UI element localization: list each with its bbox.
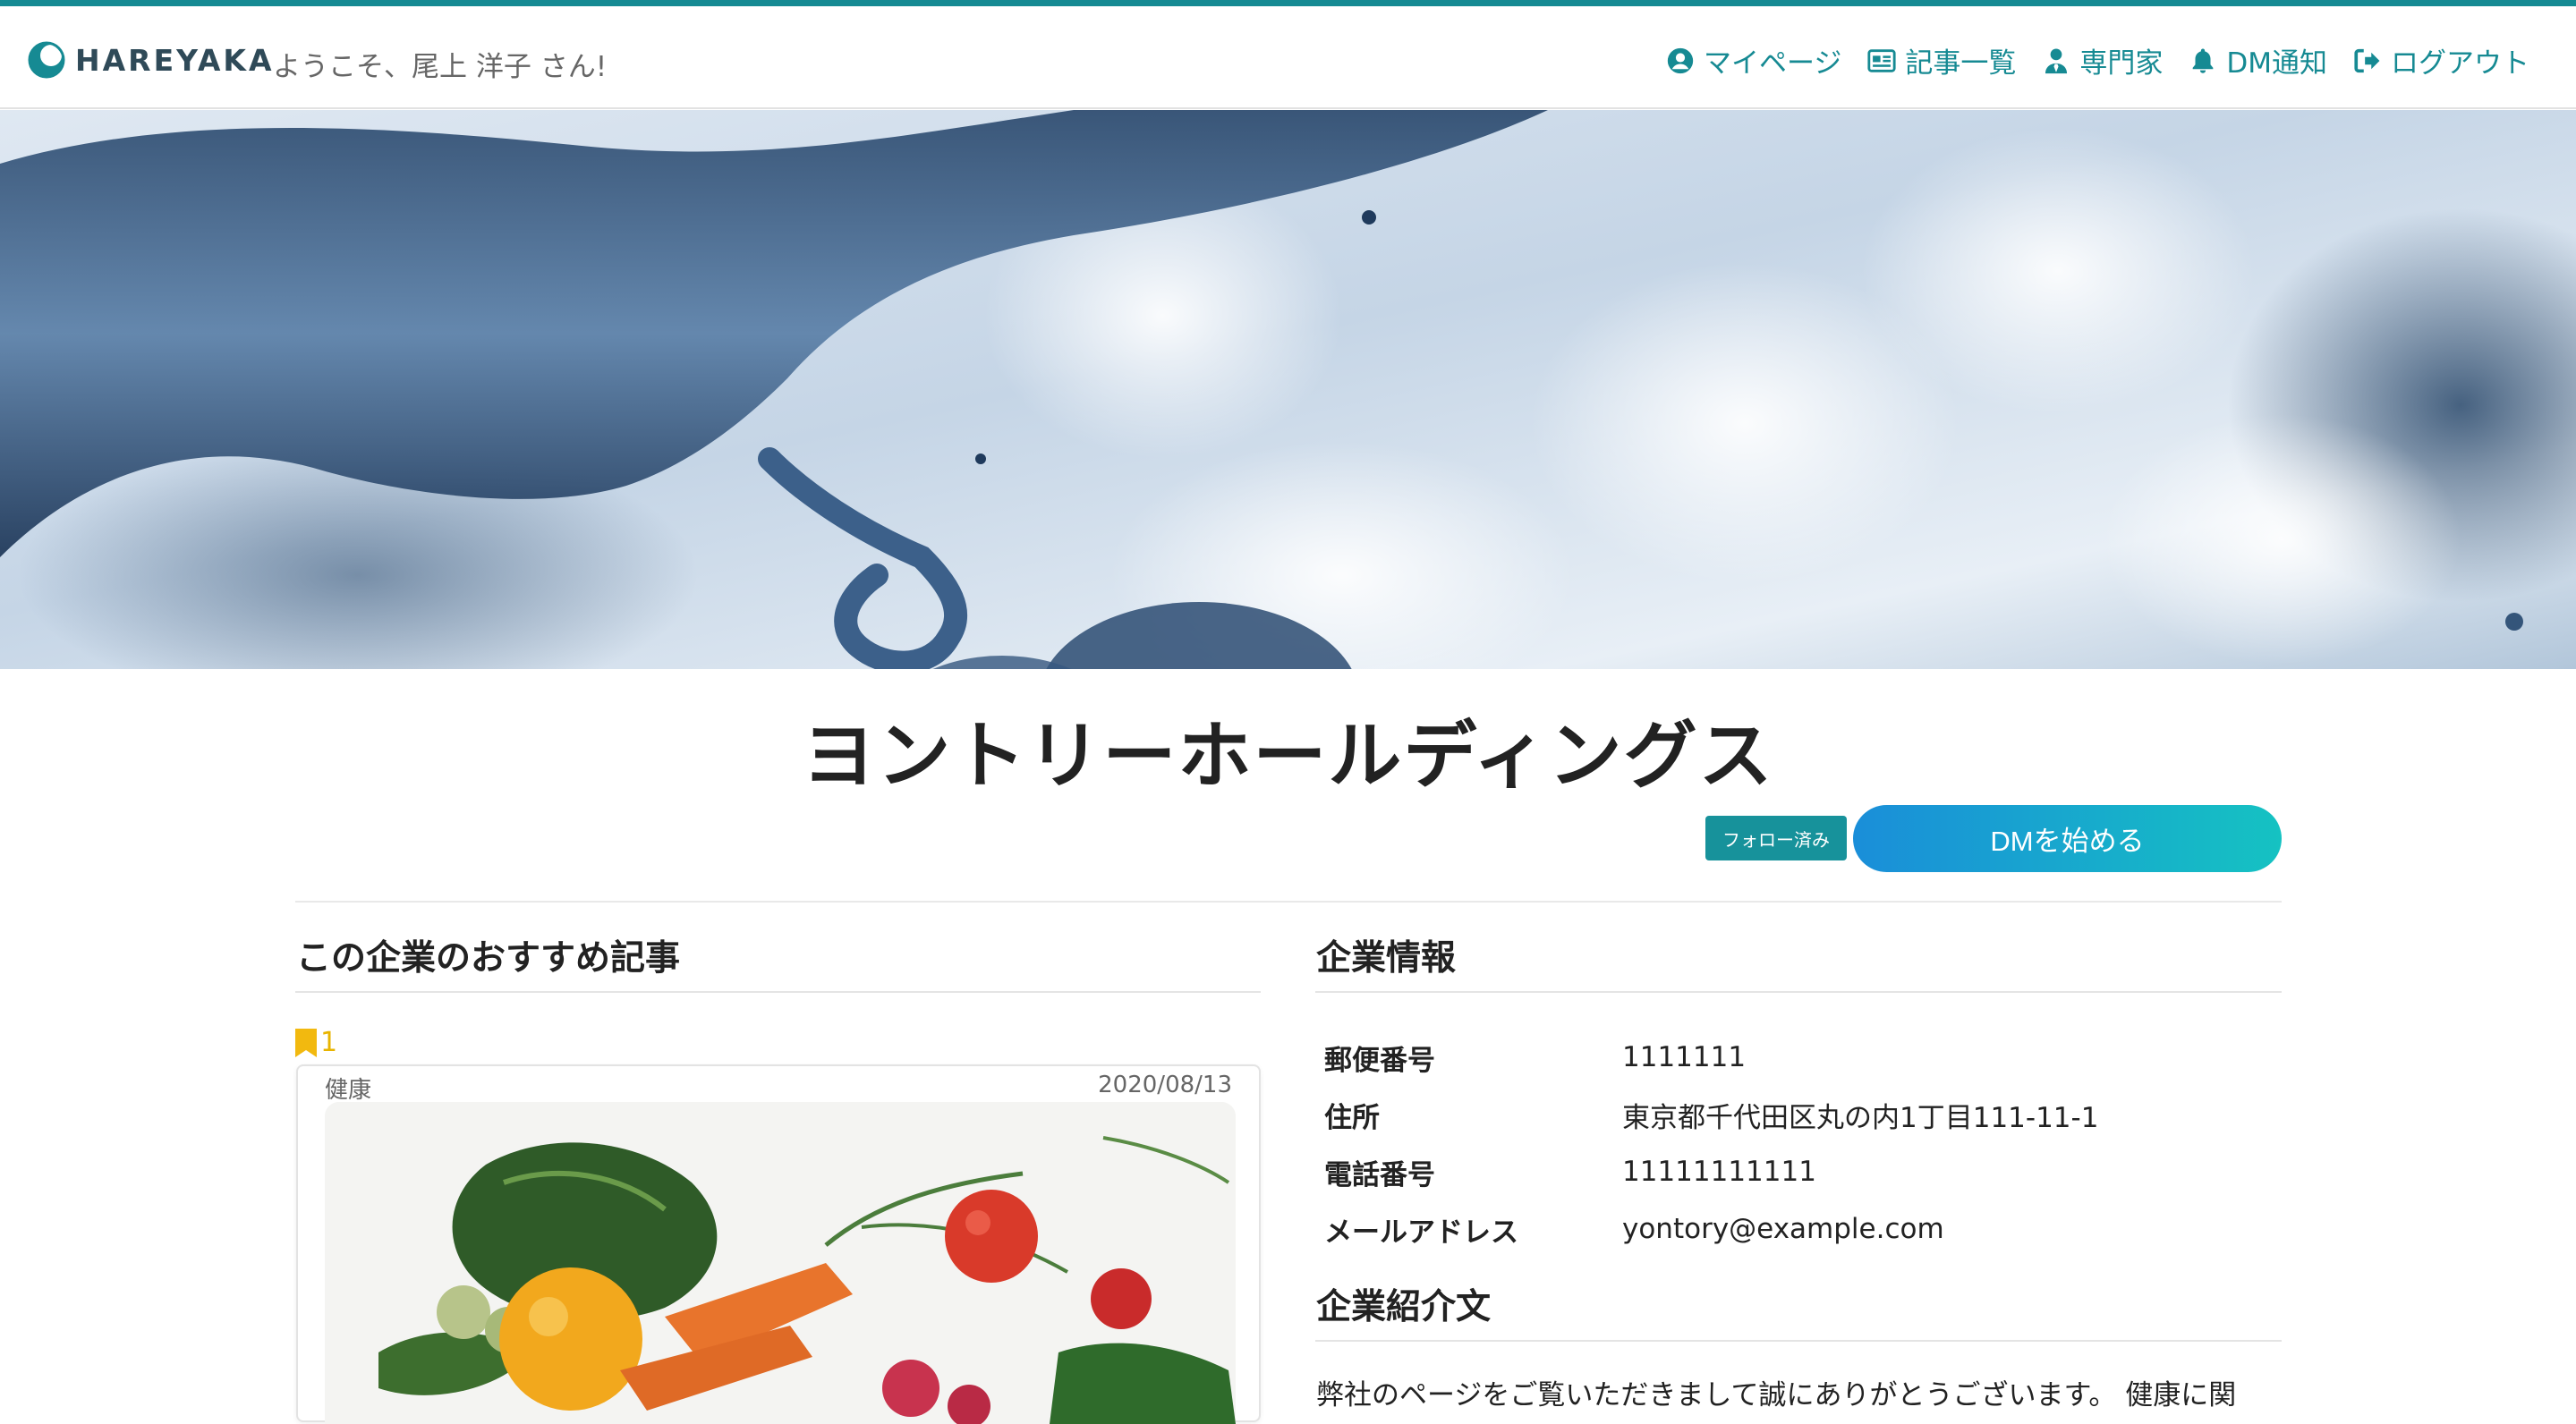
hero-image — [0, 110, 2576, 669]
company-info-heading: 企業情報 — [1316, 938, 1457, 979]
bell-icon — [2193, 48, 2214, 73]
bookmark-count-value: 1 — [320, 1027, 338, 1058]
recommended-articles-heading: この企業のおすすめ記事 — [296, 938, 681, 979]
info-value: 1111111 — [1622, 1041, 1747, 1073]
article-category: 健康 — [325, 1077, 372, 1104]
nav-logout[interactable]: ログアウト — [2352, 40, 2529, 81]
company-info-divider — [1315, 991, 2282, 993]
section-divider — [295, 901, 2282, 903]
company-intro-heading: 企業紹介文 — [1316, 1287, 1492, 1327]
info-label: 住所 — [1324, 1101, 1380, 1134]
follow-status-badge[interactable]: フォロー済み — [1705, 816, 1847, 860]
water-splash-image — [0, 110, 2576, 669]
info-row-email: メールアドレス yontory@example.com — [1324, 1200, 2098, 1258]
nav-articles[interactable]: 記事一覧 — [1866, 40, 2016, 81]
brand-name: HAREYAKA — [75, 42, 275, 78]
nav-logout-label: ログアウト — [2391, 47, 2529, 80]
nav-experts-label: 専門家 — [2079, 47, 2164, 80]
user-circle-icon — [1667, 47, 1694, 73]
logo-icon — [28, 41, 65, 79]
info-label: 電話番号 — [1324, 1158, 1435, 1191]
nav-mypage-label: マイページ — [1703, 47, 1842, 80]
newspaper-icon — [1867, 48, 1896, 72]
info-row-address: 住所 東京都千代田区丸の内1丁目111-11-1 — [1324, 1086, 2098, 1143]
start-dm-button[interactable]: DMを始める — [1853, 805, 2282, 872]
company-intro-text: 弊社のページをご覧いただきまして誠にありがとうございます。 健康に関 — [1316, 1379, 2237, 1411]
bookmark-count[interactable]: 1 — [295, 1027, 337, 1058]
bookmark-icon — [295, 1028, 317, 1057]
info-value: 東京都千代田区丸の内1丁目111-11-1 — [1622, 1101, 2099, 1134]
nav-dm-notifications[interactable]: DM通知 — [2188, 40, 2327, 81]
info-value: 11111111111 — [1622, 1156, 1816, 1188]
article-thumbnail-image[interactable] — [325, 1102, 1236, 1424]
nav-articles-label: 記事一覧 — [1905, 47, 2017, 80]
company-name: ヨントリーホールディングス — [802, 714, 1774, 799]
info-value: yontory@example.com — [1622, 1213, 1944, 1245]
welcome-message: ようこそ、尾上 洋子 さん! — [273, 51, 608, 83]
info-row-postal-code: 郵便番号 1111111 — [1324, 1029, 2098, 1086]
top-accent-bar — [0, 0, 2576, 6]
article-date: 2020/08/13 — [1098, 1072, 1232, 1098]
article-card[interactable]: 健康 2020/08/13 — [296, 1064, 1261, 1424]
nav-dm-label: DM通知 — [2226, 47, 2327, 80]
info-label: 郵便番号 — [1324, 1044, 1435, 1077]
nav-experts[interactable]: 専門家 — [2041, 40, 2163, 81]
company-intro-divider — [1315, 1340, 2282, 1342]
brand-logo[interactable]: HAREYAKA — [27, 38, 275, 81]
info-row-phone: 電話番号 11111111111 — [1324, 1143, 2098, 1200]
nav-menu: マイページ 記事一覧 専門家 DM通知 ログアウト — [1640, 40, 2529, 81]
info-label: メールアドレス — [1324, 1216, 1518, 1249]
user-tie-icon — [2045, 48, 2068, 73]
recommended-divider — [295, 991, 1261, 993]
sign-out-icon — [2354, 48, 2380, 72]
navbar: HAREYAKA ようこそ、尾上 洋子 さん! マイページ 記事一覧 専門家 D… — [0, 6, 2576, 109]
company-info-table: 郵便番号 1111111 住所 東京都千代田区丸の内1丁目111-11-1 電話… — [1324, 1029, 2098, 1258]
nav-mypage[interactable]: マイページ — [1665, 40, 1841, 81]
vegetables-image — [325, 1102, 1236, 1424]
